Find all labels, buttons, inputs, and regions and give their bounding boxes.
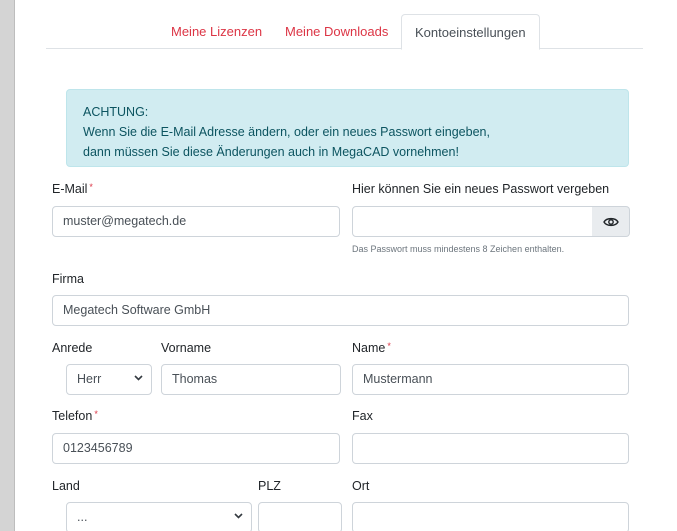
vorname-label: Vorname bbox=[161, 341, 212, 355]
required-mark: * bbox=[387, 341, 391, 351]
eye-icon bbox=[602, 217, 619, 226]
fax-field[interactable] bbox=[352, 433, 629, 464]
alert-line-1: Wenn Sie die E-Mail Adresse ändern, oder… bbox=[83, 125, 490, 139]
anrede-label: Anrede bbox=[52, 341, 93, 355]
account-settings-card: Meine Lizenzen Meine Downloads Kontoeins… bbox=[14, 0, 677, 531]
password-label: Hier können Sie ein neues Passwort verge… bbox=[352, 182, 610, 196]
chevron-down-icon bbox=[134, 375, 143, 381]
tab-kontoeinstellungen[interactable]: Kontoeinstellungen bbox=[401, 14, 540, 50]
email-label: E-Mail * bbox=[52, 182, 93, 196]
plz-field[interactable] bbox=[258, 502, 342, 531]
required-mark: * bbox=[89, 182, 93, 192]
tab-meine-lizenzen[interactable]: Meine Lizenzen bbox=[171, 14, 262, 49]
password-field[interactable] bbox=[352, 206, 593, 237]
land-select[interactable]: ... bbox=[66, 502, 252, 531]
warning-alert: ACHTUNG: Wenn Sie die E-Mail Adresse änd… bbox=[66, 89, 629, 167]
chevron-down-icon bbox=[234, 513, 243, 519]
password-help-text: Das Passwort muss mindestens 8 Zeichen e… bbox=[352, 244, 565, 254]
land-label: Land bbox=[52, 479, 80, 493]
fax-label: Fax bbox=[352, 409, 373, 423]
name-label: Name * bbox=[352, 341, 391, 355]
telefon-field[interactable]: 0123456789 bbox=[52, 433, 340, 464]
anrede-select[interactable]: Herr bbox=[66, 364, 152, 395]
name-field[interactable]: Mustermann bbox=[352, 364, 629, 395]
ort-label: Ort bbox=[352, 479, 370, 493]
tab-bar: Meine Lizenzen Meine Downloads Kontoeins… bbox=[46, 14, 643, 50]
window-edge bbox=[0, 0, 14, 531]
show-password-button[interactable] bbox=[592, 206, 630, 237]
ort-field[interactable] bbox=[352, 502, 629, 531]
telefon-label: Telefon * bbox=[52, 409, 98, 423]
alert-title: ACHTUNG: bbox=[83, 105, 149, 119]
tab-meine-downloads[interactable]: Meine Downloads bbox=[285, 14, 388, 49]
firma-label: Firma bbox=[52, 272, 84, 286]
email-field[interactable]: muster@megatech.de bbox=[52, 206, 340, 237]
plz-label: PLZ bbox=[258, 479, 281, 493]
firma-field[interactable]: Megatech Software GmbH bbox=[52, 295, 629, 326]
alert-line-2: dann müssen Sie diese Änderungen auch in… bbox=[83, 145, 459, 159]
vorname-field[interactable]: Thomas bbox=[161, 364, 341, 395]
required-mark: * bbox=[94, 409, 98, 419]
